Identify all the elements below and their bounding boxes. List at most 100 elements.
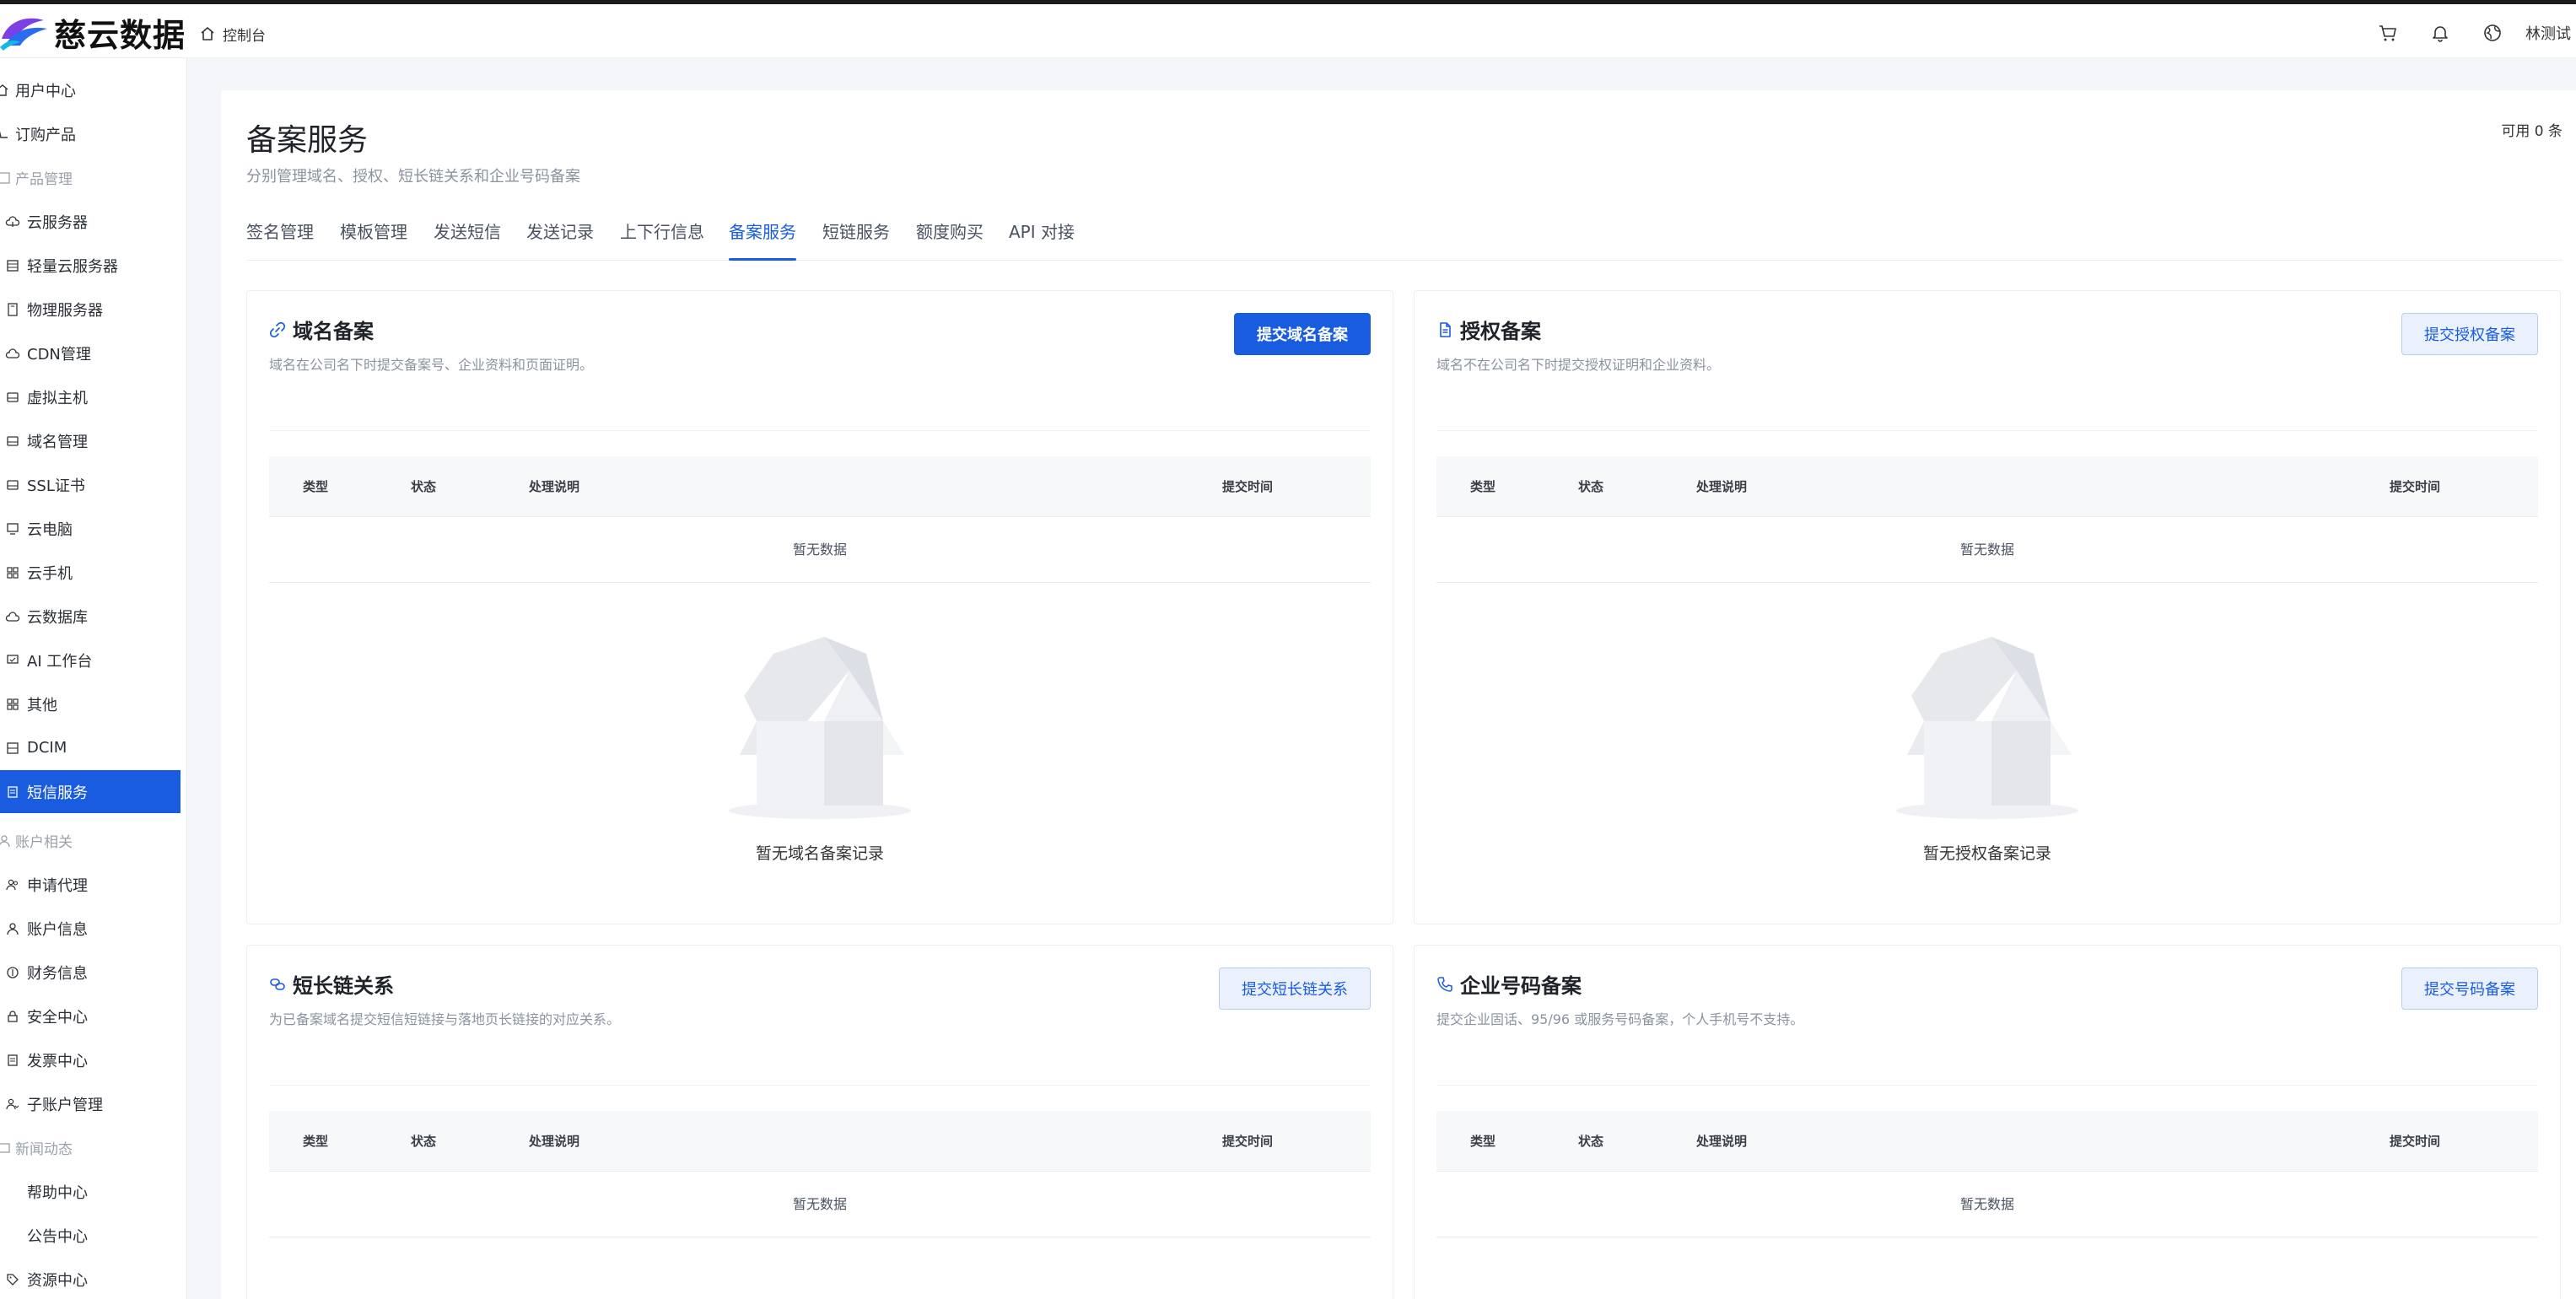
column-submit-time: 提交时间 [2390,479,2441,494]
tab-send-sms[interactable]: 发送短信 [434,217,501,261]
cart-icon [2379,25,2396,41]
cart-icon [0,127,10,142]
tab-signature[interactable]: 签名管理 [246,217,314,261]
document-icon [1440,321,1451,337]
sidebar-item-invoice[interactable]: 发票中心 [0,1038,181,1081]
sidebar-item-order-products[interactable]: 订购产品 [0,112,181,155]
users-icon [5,877,20,892]
tab-short-link[interactable]: 短链服务 [822,217,890,261]
sidebar-item-finance[interactable]: 财务信息 [0,951,181,994]
sidebar-item-ai-workbench[interactable]: AI 工作台 [0,639,181,682]
apps-icon [5,565,20,580]
drive-icon [5,390,20,405]
sidebar-item-cloud-pc[interactable]: 云电脑 [0,507,181,550]
drive-icon [5,477,20,493]
sidebar-item-announcements[interactable]: 公告中心 [0,1214,181,1257]
tab-filing-service[interactable]: 备案服务 [729,217,796,261]
server-icon [5,741,20,756]
phone-filing-card: 企业号码备案 提交企业固话、95/96 或服务号码备案，个人手机号不支持。 提交… [1414,945,2561,1299]
column-note: 处理说明 [529,479,580,494]
sidebar-item-cloud-server[interactable]: 云服务器 [0,200,181,243]
box-icon [5,302,20,317]
column-status: 状态 [1578,479,1604,494]
domain-filing-card: 域名备案 域名在公司名下时提交备案号、企业资料和页面证明。 提交域名备案 类型 … [246,290,1393,924]
sidebar-item-account-info[interactable]: 账户信息 [0,907,181,950]
submit-phone-filing-button[interactable]: 提交号码备案 [2401,968,2538,1010]
column-status: 状态 [1578,1134,1604,1149]
table-empty-row: 暂无数据 [1436,1172,2538,1237]
tag-icon [5,1272,20,1287]
link-icon [269,321,286,337]
column-note: 处理说明 [529,1134,580,1149]
column-type: 类型 [303,479,329,494]
card-title: 授权备案 [1436,315,1541,344]
globe-icon [2484,24,2501,41]
user-icon [5,921,20,936]
tab-template[interactable]: 模板管理 [340,217,407,261]
sidebar-item-resources[interactable]: 资源中心 [0,1258,181,1299]
submit-domain-filing-button[interactable]: 提交域名备案 [1234,313,1371,355]
sidebar-item-help[interactable]: 帮助中心 [0,1170,181,1213]
sidebar-item-cdn[interactable]: CDN管理 [0,331,181,375]
card-description: 域名不在公司名下时提交授权证明和企业资料。 [1436,357,1721,373]
column-status: 状态 [411,1134,437,1149]
submit-auth-filing-button[interactable]: 提交授权备案 [2401,313,2538,355]
coin-icon [5,965,20,980]
monitor-icon [5,653,20,668]
empty-box-icon [729,637,911,819]
tab-api[interactable]: API 对接 [1009,217,1075,261]
main-content: 备案服务 分别管理域名、授权、短长链关系和企业号码备案 可用 0 条 签名管理 … [221,90,2576,1299]
divider [269,430,1371,431]
cloud-icon [5,609,20,624]
sidebar-item-sub-accounts[interactable]: 子账户管理 [0,1082,181,1125]
auth-filing-card: 授权备案 域名不在公司名下时提交授权证明和企业资料。 提交授权备案 类型 状态 … [1414,290,2561,924]
column-type: 类型 [1470,1134,1496,1149]
sidebar-item-virtual-host[interactable]: 虚拟主机 [0,375,181,418]
lock-icon [5,1009,20,1024]
sidebar-item-security[interactable]: 安全中心 [0,994,181,1038]
sidebar-item-ssl[interactable]: SSL证书 [0,463,181,506]
sidebar-item-cloud-db[interactable]: 云数据库 [0,595,181,638]
column-note: 处理说明 [1696,1134,1748,1149]
sidebar-item-light-server[interactable]: 轻量云服务器 [0,244,181,287]
tab-up-down-messages[interactable]: 上下行信息 [620,217,704,261]
cart-button[interactable] [2362,16,2414,50]
sidebar-item-physical-server[interactable]: 物理服务器 [0,288,181,331]
page-title: 备案服务 [246,123,369,158]
sidebar-item-apply-agent[interactable]: 申请代理 [0,863,181,906]
cloud-icon [5,214,20,229]
column-submit-time: 提交时间 [1222,1134,1274,1149]
submit-link-relation-button[interactable]: 提交短长链关系 [1219,968,1371,1010]
table-header: 类型 状态 处理说明 提交时间 [269,1111,1371,1172]
news-icon [0,1140,12,1156]
card-title: 短长链关系 [269,969,394,999]
grid-icon [0,170,12,186]
console-link[interactable]: 控制台 [199,21,266,46]
cloud-icon [5,346,20,361]
language-button[interactable] [2466,16,2519,50]
doc-icon [5,1053,20,1068]
sidebar-item-dcim[interactable]: DCIM [0,726,181,769]
domain-filing-table: 类型 状态 处理说明 提交时间 暂无数据 [269,456,1371,583]
sidebar-item-user-center[interactable]: 用户中心 [0,68,181,111]
phone-icon [1437,976,1452,992]
tab-send-records[interactable]: 发送记录 [526,217,594,261]
table-empty-row: 暂无数据 [269,517,1371,583]
bell-icon [2433,26,2448,42]
card-description: 域名在公司名下时提交备案号、企业资料和页面证明。 [269,357,594,373]
tab-quota-purchase[interactable]: 额度购买 [916,217,984,261]
user-menu[interactable]: 林测试 [2525,22,2576,44]
sidebar-item-sms-service[interactable]: 短信服务 [0,770,181,813]
divider [1436,1085,2538,1086]
notifications-button[interactable] [2414,16,2466,50]
sidebar-item-cloud-phone[interactable]: 云手机 [0,551,181,594]
sidebar-item-other[interactable]: 其他 [0,682,181,725]
empty-state-text: 暂无授权备案记录 [1922,844,2051,863]
sidebar-item-domain[interactable]: 域名管理 [0,419,181,462]
brand-logo[interactable]: 慈云数据 [0,11,186,54]
column-type: 类型 [1470,479,1496,494]
column-submit-time: 提交时间 [2390,1134,2441,1149]
card-description: 提交企业固话、95/96 或服务号码备案，个人手机号不支持。 [1436,1011,1804,1027]
logo-mark-icon [0,18,47,51]
tab-bar: 签名管理 模板管理 发送短信 发送记录 上下行信息 备案服务 短链服务 额度购买… [246,217,2563,261]
